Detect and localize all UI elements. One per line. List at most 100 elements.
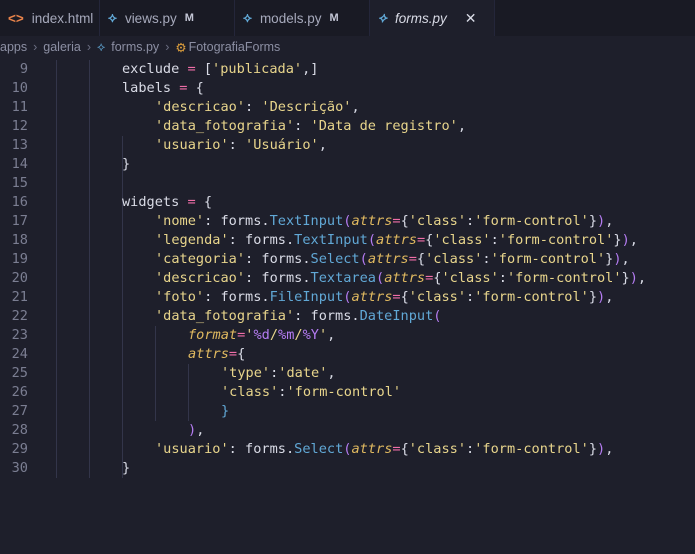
line-number: 18 (11, 232, 28, 248)
code-token: labels (122, 80, 180, 96)
breadcrumb-item[interactable]: apps (0, 40, 27, 54)
line-number: 25 (11, 365, 28, 381)
code-line[interactable]: 18 'legenda': forms.TextInput(attrs={'cla… (0, 231, 695, 250)
code-token: = (392, 441, 401, 457)
code-line[interactable]: 20 'descricao': forms.Textarea(attrs={'cl… (0, 269, 695, 288)
code-token: { (195, 194, 213, 210)
code-line[interactable]: 22 'data_fotografia': forms.DateInput( (0, 307, 695, 326)
code-text: 'data_fotografia': forms.DateInput( (155, 307, 441, 326)
code-token: , (196, 422, 205, 438)
code-token: : forms. (245, 270, 311, 286)
code-line[interactable]: 21 'foto': forms.FileInput(attrs={'class'… (0, 288, 695, 307)
code-token: : (466, 289, 475, 305)
code-token: { (400, 213, 409, 229)
close-icon[interactable]: ✕ (465, 10, 477, 27)
python-icon: ⟡ (96, 39, 106, 54)
code-text: 'usuario': 'Usuário', (155, 136, 327, 155)
tab-index-html[interactable]: <> index.html (0, 0, 100, 36)
modified-badge: M (184, 12, 194, 24)
line-number: 14 (11, 156, 28, 172)
code-token: 'form-control' (506, 270, 622, 286)
code-token: 'form-control' (498, 232, 614, 248)
code-token: 'class' (408, 289, 467, 305)
code-token: , (637, 270, 647, 286)
code-token: : (490, 232, 499, 248)
code-line[interactable]: 16 widgets = { (0, 193, 695, 212)
code-token: %m (278, 327, 295, 343)
code-token: ( (367, 232, 377, 248)
code-token: ) (597, 213, 606, 229)
code-line[interactable]: 9 exclude = ['publicada',] (0, 60, 695, 79)
code-token: 'class' (408, 441, 467, 457)
code-token: attrs (351, 441, 393, 457)
class-icon: ⚙ (175, 40, 187, 55)
code-token: } (588, 441, 597, 457)
code-line[interactable]: 13 'usuario': 'Usuário', (0, 136, 695, 155)
code-token: } (122, 156, 131, 172)
tab-forms-py[interactable]: ⟡ forms.py ✕ (370, 0, 495, 36)
tab-label: views.py (124, 10, 177, 26)
code-token: ( (359, 251, 368, 267)
code-text: 'data_fotografia': 'Data de registro', (155, 117, 466, 136)
code-line[interactable]: 28), (0, 421, 695, 440)
code-line[interactable]: 29 'usuario': forms.Select(attrs={'class'… (0, 440, 695, 459)
code-line[interactable]: 12 'data_fotografia': 'Data de registro', (0, 117, 695, 136)
code-text: ), (188, 421, 204, 440)
chevron-right-icon: › (33, 40, 38, 54)
code-line[interactable]: 26 'class':'form-control' (0, 383, 695, 402)
code-text: format='%d/%m/%Y', (188, 326, 335, 345)
breadcrumb-item[interactable]: forms.py (111, 40, 159, 54)
code-editor[interactable]: 9 exclude = ['publicada',] 10 labels = {11 '… (0, 60, 695, 478)
breadcrumb-item[interactable]: FotografiaForms (189, 40, 281, 54)
line-number: 19 (11, 251, 28, 267)
code-token: 'class' (425, 251, 483, 267)
code-line[interactable]: 30} (0, 459, 695, 478)
tab-views-py[interactable]: ⟡ views.py M (100, 0, 235, 36)
code-line[interactable]: 19 'categoria': forms.Select(attrs={'clas… (0, 250, 695, 269)
code-token: ) (597, 441, 606, 457)
code-line[interactable]: 27} (0, 402, 695, 421)
code-text: exclude = ['publicada',] (122, 60, 318, 79)
python-icon: ⟡ (378, 10, 387, 25)
code-token: ( (433, 308, 442, 324)
line-number: 13 (11, 137, 28, 153)
code-token: attrs (351, 289, 393, 305)
code-line[interactable]: 25 'type':'date', (0, 364, 695, 383)
code-token: / (269, 327, 279, 343)
line-number: 29 (11, 441, 28, 457)
code-text: 'descricao': 'Descrição', (155, 98, 360, 117)
code-token: : forms. (294, 308, 360, 324)
code-line[interactable]: 23 format='%d/%m/%Y', (0, 326, 695, 345)
code-token: 'nome' (155, 213, 205, 229)
code-token: attrs (376, 232, 417, 248)
code-line[interactable]: 10 labels = { (0, 79, 695, 98)
line-number: 15 (11, 175, 28, 191)
code-line[interactable]: 11 'descricao': 'Descrição', (0, 98, 695, 117)
breadcrumb: apps › galeria › ⟡ forms.py › ⚙ FotografiaForms (0, 36, 695, 58)
code-text: 'legenda': forms.TextInput(attrs={'class… (155, 231, 638, 250)
modified-badge: M (329, 12, 339, 24)
line-number: 11 (11, 99, 28, 115)
code-text: 'nome': forms.TextInput(attrs={'class':'… (155, 212, 613, 231)
code-token: 'form-control' (286, 384, 402, 400)
line-number: 26 (11, 384, 28, 400)
code-text: } (122, 155, 130, 174)
code-token: } (621, 270, 630, 286)
tab-label: models.py (259, 10, 322, 26)
code-text: 'categoria': forms.Select(attrs={'class'… (155, 250, 630, 269)
tab-label: index.html (31, 10, 94, 26)
code-token: Select (310, 251, 360, 267)
code-token: { (187, 80, 204, 96)
code-line[interactable]: 14} (0, 155, 695, 174)
code-token: ) (188, 422, 197, 438)
code-token: = (408, 251, 417, 267)
code-token: 'class' (441, 270, 499, 286)
code-line[interactable]: 15 (0, 174, 695, 193)
code-line[interactable]: 24 attrs={ (0, 345, 695, 364)
code-token: { (400, 441, 409, 457)
tab-models-py[interactable]: ⟡ models.py M (235, 0, 370, 36)
code-line[interactable]: 17 'nome': forms.TextInput(attrs={'class'… (0, 212, 695, 231)
code-token: 'form-control' (490, 251, 606, 267)
code-token: = (392, 289, 401, 305)
breadcrumb-item[interactable]: galeria (43, 40, 81, 54)
